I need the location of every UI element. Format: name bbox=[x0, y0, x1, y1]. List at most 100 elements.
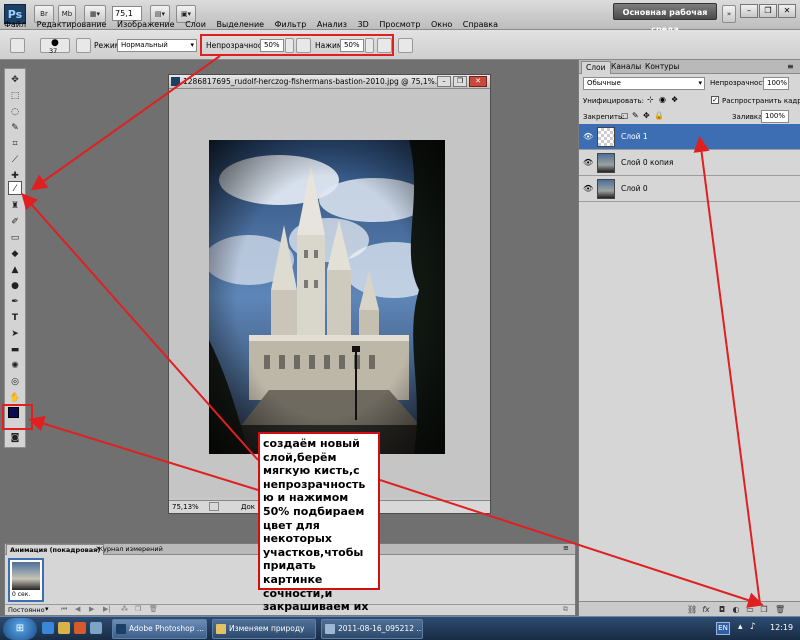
path-selection-tool-icon[interactable]: ➤ bbox=[8, 327, 22, 341]
first-frame-icon[interactable]: ⏮ bbox=[61, 605, 67, 614]
tab-measurement-log[interactable]: Журнал измерений bbox=[93, 544, 166, 555]
workspace-menu-icon[interactable]: » bbox=[722, 5, 736, 23]
document-title[interactable]: 1286817695_rudolf-herczog-fishermans-bas… bbox=[169, 75, 490, 89]
type-tool-icon[interactable]: T bbox=[8, 311, 22, 325]
minimize-icon[interactable]: – bbox=[740, 4, 758, 18]
unify-visibility-icon[interactable]: ◉ bbox=[659, 95, 666, 104]
new-layer-icon[interactable]: ❐ bbox=[759, 605, 769, 614]
menu-3d[interactable]: 3D bbox=[358, 20, 369, 29]
duplicate-frame-icon[interactable]: ❐ bbox=[135, 605, 141, 613]
clone-stamp-tool-icon[interactable]: ♜ bbox=[8, 199, 22, 213]
lock-pixels-icon[interactable]: ✎ bbox=[632, 111, 639, 120]
taskbar-item-photoshop[interactable]: Adobe Photoshop ... bbox=[112, 619, 207, 639]
tab-paths[interactable]: Контуры bbox=[641, 61, 683, 74]
unify-style-icon[interactable]: ❖ bbox=[671, 95, 678, 104]
layer-opacity-input[interactable]: 100% bbox=[763, 77, 789, 90]
brush-tool-preset-icon[interactable] bbox=[10, 38, 25, 53]
move-tool-icon[interactable]: ✥ bbox=[8, 73, 22, 87]
tablet-size-icon[interactable] bbox=[398, 38, 413, 53]
show-desktop-icon[interactable] bbox=[90, 622, 102, 634]
eye-icon[interactable]: 👁 bbox=[583, 158, 593, 168]
folder-icon[interactable]: ▭ bbox=[745, 605, 755, 614]
menu-layers[interactable]: Слои bbox=[185, 20, 206, 29]
restore-icon[interactable]: ❐ bbox=[759, 4, 777, 18]
mode-select[interactable]: Нормальный ▾ bbox=[117, 39, 197, 52]
tab-channels[interactable]: Каналы bbox=[607, 61, 645, 74]
lasso-tool-icon[interactable]: ◌ bbox=[8, 105, 22, 119]
panel-menu-icon[interactable]: ≡ bbox=[563, 544, 569, 552]
loop-select[interactable]: Постоянно bbox=[8, 606, 45, 614]
document-zoom[interactable]: 75,13% bbox=[172, 501, 199, 513]
quick-select-tool-icon[interactable]: ✎ bbox=[8, 121, 22, 135]
prev-frame-icon[interactable]: ◀ bbox=[75, 605, 80, 613]
paint-bucket-tool-icon[interactable]: ◆ bbox=[8, 247, 22, 261]
taskbar-item-folder[interactable]: Изменяем природу bbox=[212, 619, 316, 639]
hand-tool-icon[interactable]: ✋ bbox=[8, 391, 22, 405]
3d-rotate-tool-icon[interactable]: ✺ bbox=[8, 359, 22, 373]
eyedropper-tool-icon[interactable]: ⟋ bbox=[8, 153, 22, 167]
eye-icon[interactable]: 👁 bbox=[583, 184, 593, 194]
pen-tool-icon[interactable]: ✒ bbox=[8, 295, 22, 309]
media-player-icon[interactable] bbox=[74, 622, 86, 634]
menu-filter[interactable]: Фильтр bbox=[275, 20, 307, 29]
clock[interactable]: 12:19 bbox=[770, 623, 793, 632]
play-icon[interactable]: ▶ bbox=[89, 605, 94, 613]
tween-icon[interactable]: ⁂ bbox=[121, 605, 128, 613]
menu-help[interactable]: Справка bbox=[463, 20, 498, 29]
ie-icon[interactable] bbox=[42, 622, 54, 634]
layer-row[interactable]: 👁 Слой 1 bbox=[579, 124, 800, 150]
explorer-icon[interactable] bbox=[58, 622, 70, 634]
menu-edit[interactable]: Редактирование bbox=[37, 20, 107, 29]
layer-row[interactable]: 👁 Слой 0 bbox=[579, 176, 800, 202]
frame-delay[interactable]: 0 сек. bbox=[12, 591, 30, 598]
mask-icon[interactable]: ◘ bbox=[717, 605, 727, 614]
fx-icon[interactable]: fx bbox=[701, 605, 711, 614]
shape-tool-icon[interactable]: ▬ bbox=[8, 343, 22, 357]
animation-frame[interactable]: 0 сек. bbox=[8, 558, 44, 602]
menu-view[interactable]: Просмотр bbox=[379, 20, 420, 29]
brush-tool-icon[interactable]: ⁄ bbox=[8, 181, 22, 195]
menu-file[interactable]: Файл bbox=[4, 20, 26, 29]
fill-input[interactable]: 100% bbox=[761, 110, 789, 123]
menu-analysis[interactable]: Анализ bbox=[317, 20, 347, 29]
panel-menu-icon[interactable]: ≡ bbox=[787, 62, 794, 71]
close-icon[interactable]: ✕ bbox=[778, 4, 796, 18]
document-info[interactable]: Док bbox=[241, 501, 255, 513]
doc-maximize-icon[interactable]: ❐ bbox=[453, 76, 467, 87]
tray-arrow-icon[interactable]: ▴ bbox=[738, 622, 743, 632]
marquee-tool-icon[interactable]: ⬚ bbox=[8, 89, 22, 103]
layer-row[interactable]: 👁 Слой 0 копия bbox=[579, 150, 800, 176]
menu-window[interactable]: Окно bbox=[431, 20, 452, 29]
workspace-switcher[interactable]: Основная рабочая среда bbox=[613, 3, 717, 34]
eraser-tool-icon[interactable]: ▭ bbox=[8, 231, 22, 245]
doc-minimize-icon[interactable]: – bbox=[437, 76, 451, 87]
lock-all-icon[interactable]: 🔒 bbox=[654, 111, 664, 120]
zoom-field[interactable]: 75,1 bbox=[112, 6, 142, 21]
blur-tool-icon[interactable]: ▲ bbox=[8, 263, 22, 277]
lock-transparent-icon[interactable]: ▢ bbox=[621, 111, 629, 120]
unify-position-icon[interactable]: ⊹ bbox=[647, 95, 654, 104]
eye-icon[interactable]: 👁 bbox=[583, 132, 593, 142]
quick-mask-icon[interactable]: ◙ bbox=[8, 431, 22, 445]
crop-tool-icon[interactable]: ⌗ bbox=[8, 137, 22, 151]
link-icon[interactable]: ⛓ bbox=[687, 605, 697, 614]
tab-animation[interactable]: Анимация (покадровая) bbox=[6, 544, 105, 555]
timeline-toggle-icon[interactable]: ⧉ bbox=[563, 605, 568, 614]
delete-frame-icon[interactable]: 🗑 bbox=[149, 605, 158, 613]
doc-close-icon[interactable]: ✕ bbox=[469, 76, 487, 87]
propagate-checkbox[interactable]: ✓ bbox=[711, 96, 719, 104]
adjustment-icon[interactable]: ◐ bbox=[731, 605, 741, 614]
3d-camera-tool-icon[interactable]: ◎ bbox=[8, 375, 22, 389]
menu-select[interactable]: Выделение bbox=[216, 20, 264, 29]
castle-photo[interactable] bbox=[209, 140, 445, 454]
lock-position-icon[interactable]: ✥ bbox=[643, 111, 650, 120]
next-frame-icon[interactable]: ▶| bbox=[103, 605, 111, 613]
volume-icon[interactable]: ♪ bbox=[750, 622, 756, 632]
start-button[interactable]: ⊞ bbox=[3, 618, 37, 640]
history-brush-tool-icon[interactable]: ✐ bbox=[8, 215, 22, 229]
language-indicator[interactable]: EN bbox=[716, 622, 730, 635]
taskbar-item-image[interactable]: 2011-08-16_095212 ... bbox=[321, 619, 423, 639]
dodge-tool-icon[interactable]: ● bbox=[8, 279, 22, 293]
menu-image[interactable]: Изображение bbox=[117, 20, 175, 29]
brush-panel-icon[interactable] bbox=[76, 38, 91, 53]
